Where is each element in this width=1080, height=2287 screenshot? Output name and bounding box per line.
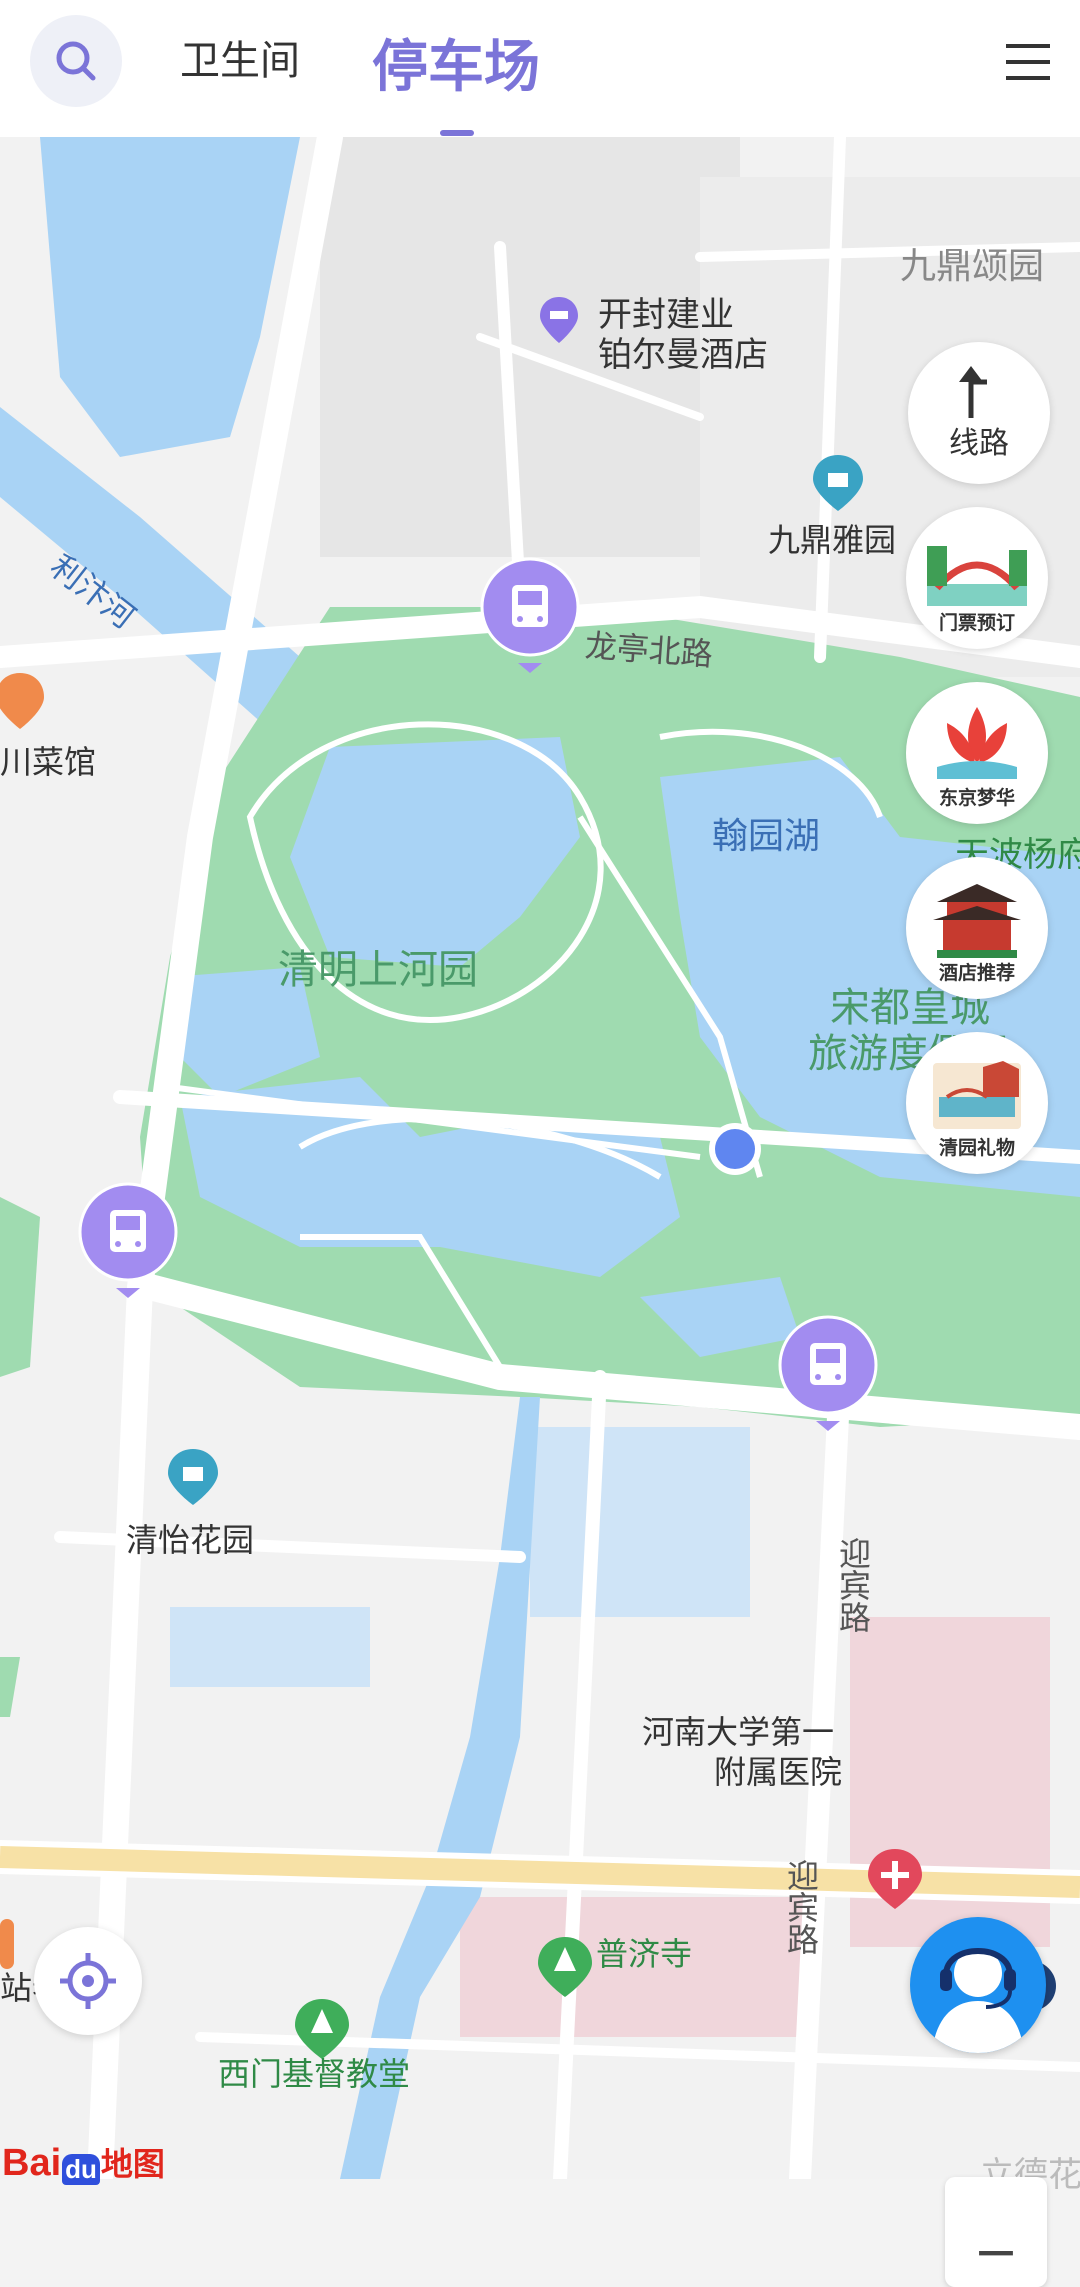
- zoom-control: −: [945, 2177, 1047, 2287]
- label-puji-temple: 普济寺: [596, 1935, 693, 1973]
- restaurant-poi-icon[interactable]: [0, 673, 44, 729]
- promo-label: 清园礼物: [938, 1137, 1015, 1159]
- hamburger-menu-icon: [1006, 44, 1050, 80]
- turn-arrow-icon: [959, 366, 987, 418]
- bus-icon: [480, 557, 580, 673]
- hospital-poi-icon[interactable]: [868, 1849, 922, 1909]
- parking-pin[interactable]: [78, 1182, 178, 1298]
- gift-icon: [933, 1061, 1021, 1129]
- label-hotel-line2: 铂尔曼酒店: [598, 335, 768, 375]
- promo-label: 酒店推荐: [938, 962, 1015, 984]
- locate-button[interactable]: [34, 1927, 142, 2035]
- baidu-logo-paw: du: [62, 2154, 100, 2185]
- parking-pin[interactable]: [778, 1315, 878, 1431]
- top-bar: 卫生间 停车场: [0, 0, 1080, 137]
- promo-ticket-booking[interactable]: 门票预订: [906, 507, 1048, 649]
- parking-pin[interactable]: [480, 557, 580, 673]
- search-button[interactable]: [30, 15, 122, 107]
- lotus-icon: [937, 707, 1017, 779]
- locate-icon: [60, 1953, 116, 2009]
- label-longting-road: 龙亭北路: [583, 626, 715, 674]
- route-button-label: 线路: [949, 426, 1009, 461]
- hotel-poi-icon[interactable]: [540, 297, 578, 343]
- label-yingbin-road-1: 迎宾路: [834, 1537, 872, 1633]
- temple-poi-icon[interactable]: [538, 1937, 592, 1997]
- label-sichuan-restaurant: 川菜馆: [0, 743, 97, 781]
- label-qingming: 清明上河园: [278, 947, 478, 993]
- tab-active-indicator: [440, 130, 474, 136]
- promo-qingyuan-gift[interactable]: 清园礼物: [906, 1032, 1048, 1174]
- pavilion-icon: [933, 884, 1021, 958]
- promo-dongjing-menghua[interactable]: 东京梦华: [906, 682, 1048, 824]
- baidu-map-logo: Bai du 地图: [2, 2135, 165, 2185]
- customer-service-icon: [932, 1948, 1024, 2053]
- baidu-logo-text-right: 地图: [100, 2146, 165, 2182]
- bus-icon: [778, 1315, 878, 1431]
- zoom-out-button[interactable]: −: [945, 2215, 1047, 2287]
- label-jiuding-song: 九鼎颂园: [900, 246, 1045, 287]
- route-button[interactable]: 线路: [908, 342, 1050, 484]
- promo-label: 门票预订: [938, 612, 1015, 634]
- search-icon: [56, 41, 96, 81]
- label-hanyuan-lake: 翰园湖: [712, 816, 821, 857]
- bridge-icon: [927, 546, 1027, 606]
- promo-label: 东京梦华: [938, 787, 1015, 809]
- restaurant-poi-icon[interactable]: [0, 1919, 16, 1969]
- map-view[interactable]: 九鼎颂园 开封建业 铂尔曼酒店 九鼎雅园 利汴河 龙亭北路 川菜馆 翰园湖 天波…: [0, 137, 1080, 2287]
- label-yingbin-road-2: 迎宾路: [782, 1859, 820, 1955]
- menu-button[interactable]: [1006, 40, 1050, 84]
- bus-icon: [78, 1182, 178, 1298]
- label-ximen-church: 西门基督教堂: [218, 2055, 411, 2093]
- tab-restroom[interactable]: 卫生间: [180, 28, 300, 86]
- label-jiuding-ya: 九鼎雅园: [768, 521, 897, 559]
- label-qingyi: 清怡花园: [126, 1521, 255, 1559]
- promo-hotel-recommend[interactable]: 酒店推荐: [906, 857, 1048, 999]
- tab-parking[interactable]: 停车场: [372, 22, 540, 103]
- residential-poi-icon[interactable]: [168, 1449, 218, 1505]
- label-hospital-line2: 附属医院: [714, 1753, 843, 1791]
- residential-poi-icon[interactable]: [813, 455, 863, 511]
- customer-service-button[interactable]: [910, 1917, 1046, 2053]
